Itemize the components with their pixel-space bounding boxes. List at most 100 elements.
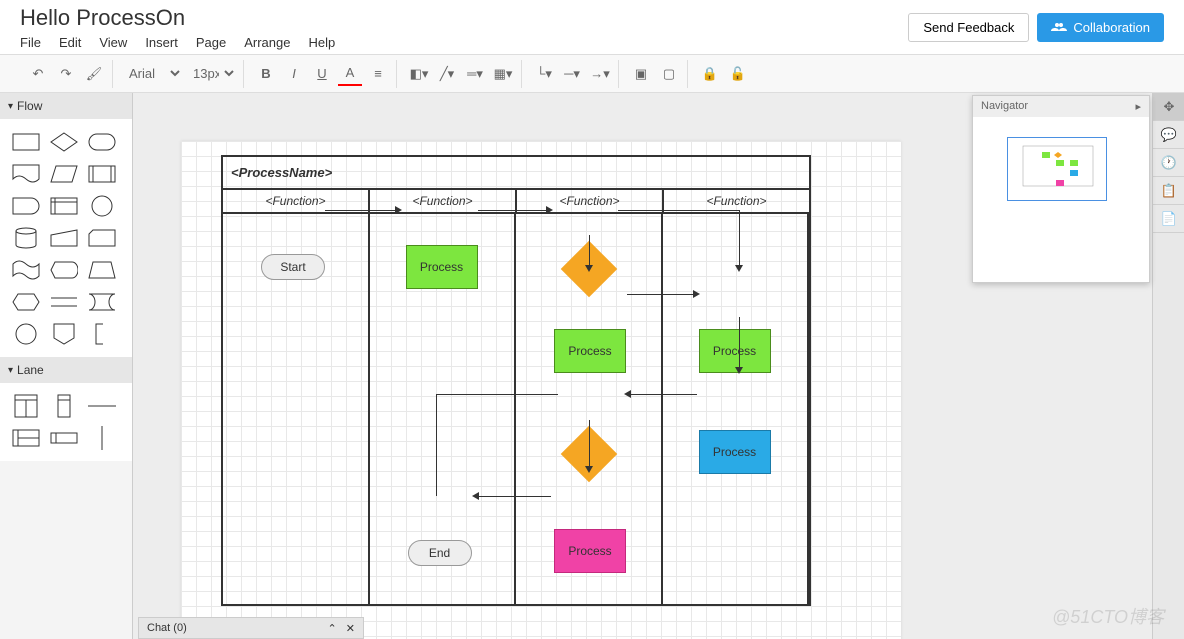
shape-separator-h[interactable] xyxy=(84,391,120,421)
arrow-connector xyxy=(618,210,740,211)
shape-hexagon[interactable] xyxy=(8,287,44,317)
navigator-body[interactable] xyxy=(973,117,1149,282)
menu-arrange[interactable]: Arrange xyxy=(244,35,290,50)
chat-expand-icon[interactable]: ⌃ xyxy=(328,623,337,635)
bold-button[interactable]: B xyxy=(254,62,278,86)
shape-rounded-rect[interactable] xyxy=(84,127,120,157)
attachment-button[interactable]: 📋 xyxy=(1153,177,1184,205)
process-node-1[interactable]: Process xyxy=(406,245,478,289)
arrow-connector xyxy=(436,394,558,395)
navigator-panel[interactable]: Navigator ▸ xyxy=(972,95,1150,283)
arrow-button[interactable]: →▾ xyxy=(588,62,612,86)
lock-button[interactable]: 🔒 xyxy=(698,62,722,86)
menu-help[interactable]: Help xyxy=(308,35,335,50)
shape-sort[interactable] xyxy=(46,287,82,317)
italic-button[interactable]: I xyxy=(282,62,306,86)
swimlane-col-2[interactable]: Process End xyxy=(370,214,517,604)
process-node-5[interactable]: Process xyxy=(554,529,626,573)
process-node-2[interactable]: Process xyxy=(554,329,626,373)
arrow-connector xyxy=(627,294,693,295)
page-button[interactable]: 📄 xyxy=(1153,205,1184,233)
menu-edit[interactable]: Edit xyxy=(59,35,81,50)
shape-manual-input[interactable] xyxy=(46,223,82,253)
font-select[interactable]: Arial xyxy=(123,63,183,84)
collaboration-button[interactable]: Collaboration xyxy=(1037,13,1164,42)
undo-button[interactable]: ↶ xyxy=(26,62,50,86)
swimlane-col-4[interactable]: Process Process xyxy=(663,214,810,604)
sidebar-section-lane[interactable]: Lane xyxy=(0,357,132,383)
arrow-head-icon xyxy=(585,265,593,272)
menu-insert[interactable]: Insert xyxy=(145,35,178,50)
shape-vertical-lane[interactable] xyxy=(46,391,82,421)
arrow-head-icon xyxy=(585,466,593,473)
swimlane-col-header-2[interactable]: <Function> xyxy=(370,190,517,212)
chat-bar[interactable]: Chat (0) ⌃ ✕ xyxy=(138,617,364,639)
chat-close-icon[interactable]: ✕ xyxy=(346,623,355,635)
shape-horizontal-pool[interactable] xyxy=(8,423,44,453)
shape-trapezoid[interactable] xyxy=(84,255,120,285)
arrow-connector xyxy=(325,210,395,211)
process-node-4[interactable]: Process xyxy=(699,430,771,474)
shape-horizontal-lane[interactable] xyxy=(46,423,82,453)
swimlane-col-header-3[interactable]: <Function> xyxy=(517,190,664,212)
align-button[interactable]: ≡ xyxy=(366,62,390,86)
navigator-header[interactable]: Navigator ▸ xyxy=(973,96,1149,117)
end-node[interactable]: End xyxy=(408,540,472,566)
arrow-connector xyxy=(631,394,697,395)
sidebar-section-flow[interactable]: Flow xyxy=(0,93,132,119)
font-color-button[interactable]: A xyxy=(338,62,362,86)
line-color-button[interactable]: ╱▾ xyxy=(435,62,459,86)
swimlane-col-1[interactable]: Start xyxy=(223,214,370,604)
navigator-thumbnail[interactable] xyxy=(1007,137,1107,201)
swimlane-col-header-4[interactable]: <Function> xyxy=(664,190,809,212)
swimlane-col-header-1[interactable]: <Function> xyxy=(223,190,370,212)
redo-button[interactable]: ↷ xyxy=(54,62,78,86)
menu-view[interactable]: View xyxy=(99,35,127,50)
shape-delay[interactable] xyxy=(8,191,44,221)
comment-button[interactable]: 💬 xyxy=(1153,121,1184,149)
unlock-button[interactable]: 🔓 xyxy=(726,62,750,86)
navigator-toggle-button[interactable]: ✥ xyxy=(1153,93,1184,121)
shape-document[interactable] xyxy=(8,159,44,189)
font-size-select[interactable]: 13px xyxy=(187,63,237,84)
watermark: @51CTO博客 xyxy=(1052,603,1164,629)
shape-circle[interactable] xyxy=(84,191,120,221)
swimlane-title[interactable]: <ProcessName> xyxy=(223,157,809,190)
arrow-connector xyxy=(589,235,590,267)
format-painter-button[interactable]: 🖌 xyxy=(82,62,106,86)
connector-button[interactable]: └▾ xyxy=(532,62,556,86)
shape-cylinder[interactable] xyxy=(8,223,44,253)
border-style-button[interactable]: ▦▾ xyxy=(491,62,515,86)
send-feedback-button[interactable]: Send Feedback xyxy=(908,13,1029,42)
navigator-collapse-icon[interactable]: ▸ xyxy=(1135,100,1141,113)
swimlane-col-3[interactable]: Process Process xyxy=(516,214,663,604)
arrow-head-icon xyxy=(624,390,631,398)
shape-predefined[interactable] xyxy=(84,159,120,189)
shape-vertical-pool[interactable] xyxy=(8,391,44,421)
swimlane[interactable]: <ProcessName> <Function> <Function> <Fun… xyxy=(221,155,811,606)
shape-rectangle[interactable] xyxy=(8,127,44,157)
shape-tape[interactable] xyxy=(8,255,44,285)
to-back-button[interactable]: ▢ xyxy=(657,62,681,86)
shape-storage[interactable] xyxy=(84,287,120,317)
shape-offpage[interactable] xyxy=(46,319,82,349)
history-button[interactable]: 🕐 xyxy=(1153,149,1184,177)
start-node[interactable]: Start xyxy=(261,254,325,280)
arrow-head-icon xyxy=(472,492,479,500)
shape-display[interactable] xyxy=(46,255,82,285)
shape-separator-v[interactable] xyxy=(84,423,120,453)
shape-start-circle[interactable] xyxy=(8,319,44,349)
menu-page[interactable]: Page xyxy=(196,35,226,50)
shape-card[interactable] xyxy=(84,223,120,253)
to-front-button[interactable]: ▣ xyxy=(629,62,653,86)
canvas[interactable]: <ProcessName> <Function> <Function> <Fun… xyxy=(181,141,901,639)
shape-diamond[interactable] xyxy=(46,127,82,157)
line-type-button[interactable]: ─▾ xyxy=(560,62,584,86)
line-style-button[interactable]: ═▾ xyxy=(463,62,487,86)
fill-color-button[interactable]: ◧▾ xyxy=(407,62,431,86)
menu-file[interactable]: File xyxy=(20,35,41,50)
shape-annotation[interactable] xyxy=(84,319,120,349)
shape-internal-storage[interactable] xyxy=(46,191,82,221)
underline-button[interactable]: U xyxy=(310,62,334,86)
shape-parallelogram[interactable] xyxy=(46,159,82,189)
